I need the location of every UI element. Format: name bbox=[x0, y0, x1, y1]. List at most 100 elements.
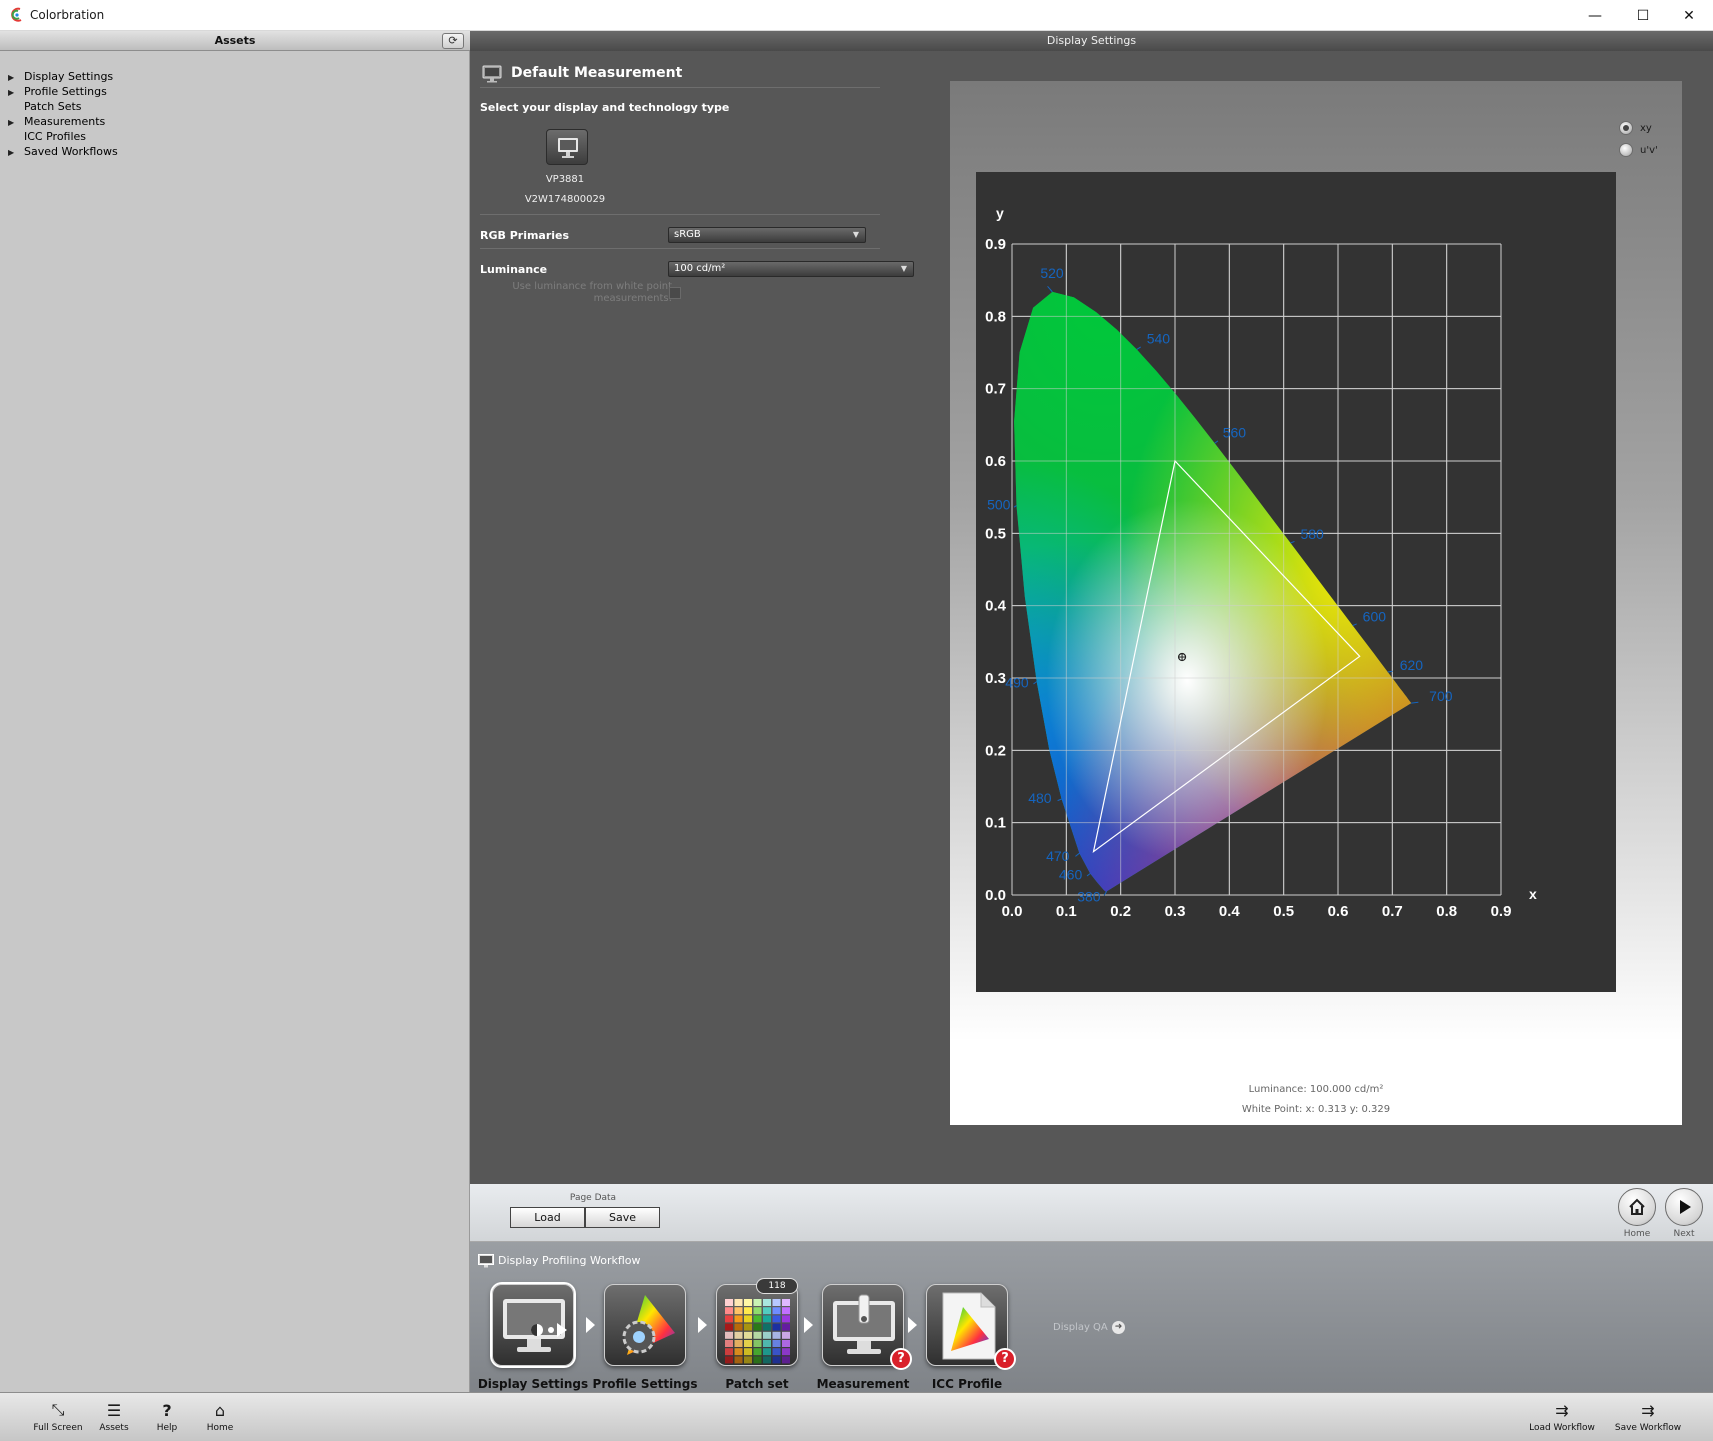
white-point-marker bbox=[1177, 652, 1187, 662]
play-icon bbox=[1680, 1200, 1691, 1214]
workflow-arrow-icon bbox=[698, 1317, 707, 1333]
display-settings-page: Display Settings Default Measurement Sel… bbox=[470, 31, 1713, 1184]
workflow-step-label: Profile Settings bbox=[592, 1377, 698, 1391]
rgb-primaries-select[interactable]: sRGB ▼ bbox=[668, 227, 866, 243]
arrow-right-icon[interactable]: ➜ bbox=[1112, 1321, 1125, 1334]
home-label: Home bbox=[206, 1423, 234, 1433]
wavelength-label: 520 bbox=[1040, 265, 1064, 281]
help-icon: ? bbox=[162, 1400, 172, 1420]
white-point-readout: White Point: x: 0.313 y: 0.329 bbox=[1241, 1104, 1391, 1115]
y-axis-label: y bbox=[996, 205, 1004, 221]
workflow-step-label: ICC Profile bbox=[931, 1377, 1003, 1391]
radio-selected-dot bbox=[1623, 125, 1629, 131]
use-luminance-checkbox[interactable] bbox=[669, 287, 681, 299]
full-screen-label: Full Screen bbox=[33, 1423, 83, 1433]
display-qa-link[interactable]: Display QA bbox=[1053, 1322, 1108, 1333]
radio-xy[interactable] bbox=[1619, 121, 1633, 135]
assets-button[interactable]: ☰ Assets bbox=[94, 1393, 134, 1441]
assets-label: Assets bbox=[99, 1423, 129, 1433]
workflow-step-display-settings[interactable] bbox=[492, 1284, 574, 1366]
luminance-readout: Luminance: 100.000 cd/m² bbox=[1248, 1084, 1384, 1095]
full-screen-button[interactable]: ⤡ Full Screen bbox=[30, 1393, 86, 1441]
display-name: VP3881 bbox=[545, 174, 585, 185]
title-bar: Colorbration — ☐ ✕ bbox=[0, 0, 1713, 31]
tree-item-icc-profiles[interactable]: ICC Profiles bbox=[8, 130, 86, 145]
workflow-step-profile-settings[interactable] bbox=[604, 1284, 686, 1366]
maximize-button[interactable]: ☐ bbox=[1620, 0, 1666, 31]
home-toolbar-button[interactable]: ⌂ Home bbox=[200, 1393, 240, 1441]
home-button[interactable] bbox=[1618, 1188, 1656, 1226]
x-tick-label: 0.5 bbox=[1273, 903, 1294, 920]
expand-arrow-icon[interactable]: ▶ bbox=[8, 118, 24, 127]
radio-xy-label: xy bbox=[1640, 123, 1652, 134]
next-button[interactable] bbox=[1665, 1188, 1703, 1226]
y-tick-label: 0.0 bbox=[985, 887, 1006, 904]
y-tick-label: 0.7 bbox=[985, 381, 1006, 398]
workflow-step-label: Measurement bbox=[816, 1377, 910, 1391]
workflow-title: Display Profiling Workflow bbox=[498, 1254, 641, 1267]
cie-xy-chart: 0.0 0.1 0.2 0.3 0.4 0.5 0.6 0.7 0.8 0.9 0.0 0.1 0.2 0… bbox=[976, 172, 1616, 992]
x-tick-label: 0.3 bbox=[1165, 903, 1186, 920]
save-workflow-icon: ⇉ bbox=[1641, 1400, 1655, 1420]
wavelength-label: 600 bbox=[1363, 609, 1387, 625]
x-tick-label: 0.1 bbox=[1056, 903, 1077, 920]
home-button-label: Home bbox=[1623, 1229, 1651, 1239]
tree-item-saved-workflows[interactable]: ▶ Saved Workflows bbox=[8, 145, 118, 160]
profile-settings-icon bbox=[622, 1295, 675, 1355]
refresh-icon[interactable]: ⟳ bbox=[442, 33, 464, 49]
workflow-arrow-icon bbox=[908, 1317, 917, 1333]
load-page-data-button[interactable]: Load bbox=[510, 1207, 585, 1228]
wavelength-label: 560 bbox=[1223, 424, 1247, 440]
assets-header: Assets bbox=[0, 31, 470, 51]
save-workflow-label: Save Workflow bbox=[1614, 1423, 1682, 1433]
luminance-select[interactable]: 100 cd/m² ▼ bbox=[668, 261, 914, 277]
tree-item-display-settings[interactable]: ▶ Display Settings bbox=[8, 70, 113, 85]
monitor-icon bbox=[478, 1254, 494, 1268]
x-tick-label: 0.2 bbox=[1110, 903, 1131, 920]
patch-count-badge: 118 bbox=[756, 1278, 798, 1294]
display-icon bbox=[558, 138, 578, 158]
tree-item-profile-settings[interactable]: ▶ Profile Settings bbox=[8, 85, 107, 100]
wavelength-label: 580 bbox=[1300, 526, 1324, 542]
y-tick-label: 0.2 bbox=[985, 742, 1006, 759]
app-title: Colorbration bbox=[30, 8, 105, 22]
minimize-button[interactable]: — bbox=[1572, 0, 1618, 31]
tree-item-measurements[interactable]: ▶ Measurements bbox=[8, 115, 105, 130]
y-tick-label: 0.1 bbox=[985, 815, 1006, 832]
load-workflow-button[interactable]: ⇉ Load Workflow bbox=[1522, 1393, 1602, 1441]
wavelength-label: 540 bbox=[1147, 330, 1171, 346]
help-button[interactable]: ? Help bbox=[147, 1393, 187, 1441]
wavelength-label: 500 bbox=[987, 497, 1011, 513]
assets-panel: Assets ⟳ ▶ Display Settings ▶ Profile Sett… bbox=[0, 31, 470, 1392]
tree-item-patch-sets[interactable]: Patch Sets bbox=[8, 100, 82, 115]
page-header: Display Settings bbox=[470, 31, 1713, 51]
workflow-panel: Display Profiling Workflow Display Setti… bbox=[470, 1242, 1713, 1392]
display-select-button[interactable] bbox=[546, 129, 588, 165]
luminance-value: 100 cd/m² bbox=[674, 263, 726, 274]
expand-arrow-icon[interactable]: ▶ bbox=[8, 73, 24, 82]
home-icon: ⌂ bbox=[214, 1400, 226, 1420]
wavelength-label: 490 bbox=[1005, 675, 1029, 691]
wavelength-label: 470 bbox=[1046, 848, 1070, 864]
rgb-primaries-label: RGB Primaries bbox=[480, 229, 570, 242]
y-tick-label: 0.4 bbox=[985, 598, 1007, 615]
divider bbox=[480, 248, 880, 249]
save-page-data-button[interactable]: Save bbox=[585, 1207, 660, 1228]
home-icon bbox=[1629, 1198, 1645, 1215]
workflow-step-patch-set[interactable] bbox=[716, 1284, 798, 1366]
save-workflow-button[interactable]: ⇉ Save Workflow bbox=[1608, 1393, 1688, 1441]
wavelength-label: 700 bbox=[1429, 688, 1453, 704]
page-title: Default Measurement bbox=[511, 65, 683, 81]
expand-arrow-icon[interactable]: ▶ bbox=[8, 148, 24, 157]
monitor-icon bbox=[482, 65, 502, 83]
display-settings-icon bbox=[503, 1299, 567, 1352]
select-display-label: Select your display and technology type bbox=[480, 101, 730, 114]
radio-uv-label: u'v' bbox=[1640, 145, 1658, 156]
radio-uv[interactable] bbox=[1619, 143, 1633, 157]
close-button[interactable]: ✕ bbox=[1666, 0, 1712, 31]
divider bbox=[480, 214, 880, 215]
chevron-down-icon: ▼ bbox=[852, 230, 859, 239]
expand-arrow-icon[interactable]: ▶ bbox=[8, 88, 24, 97]
colorbration-logo-icon bbox=[11, 7, 22, 22]
y-tick-label: 0.5 bbox=[985, 525, 1006, 542]
